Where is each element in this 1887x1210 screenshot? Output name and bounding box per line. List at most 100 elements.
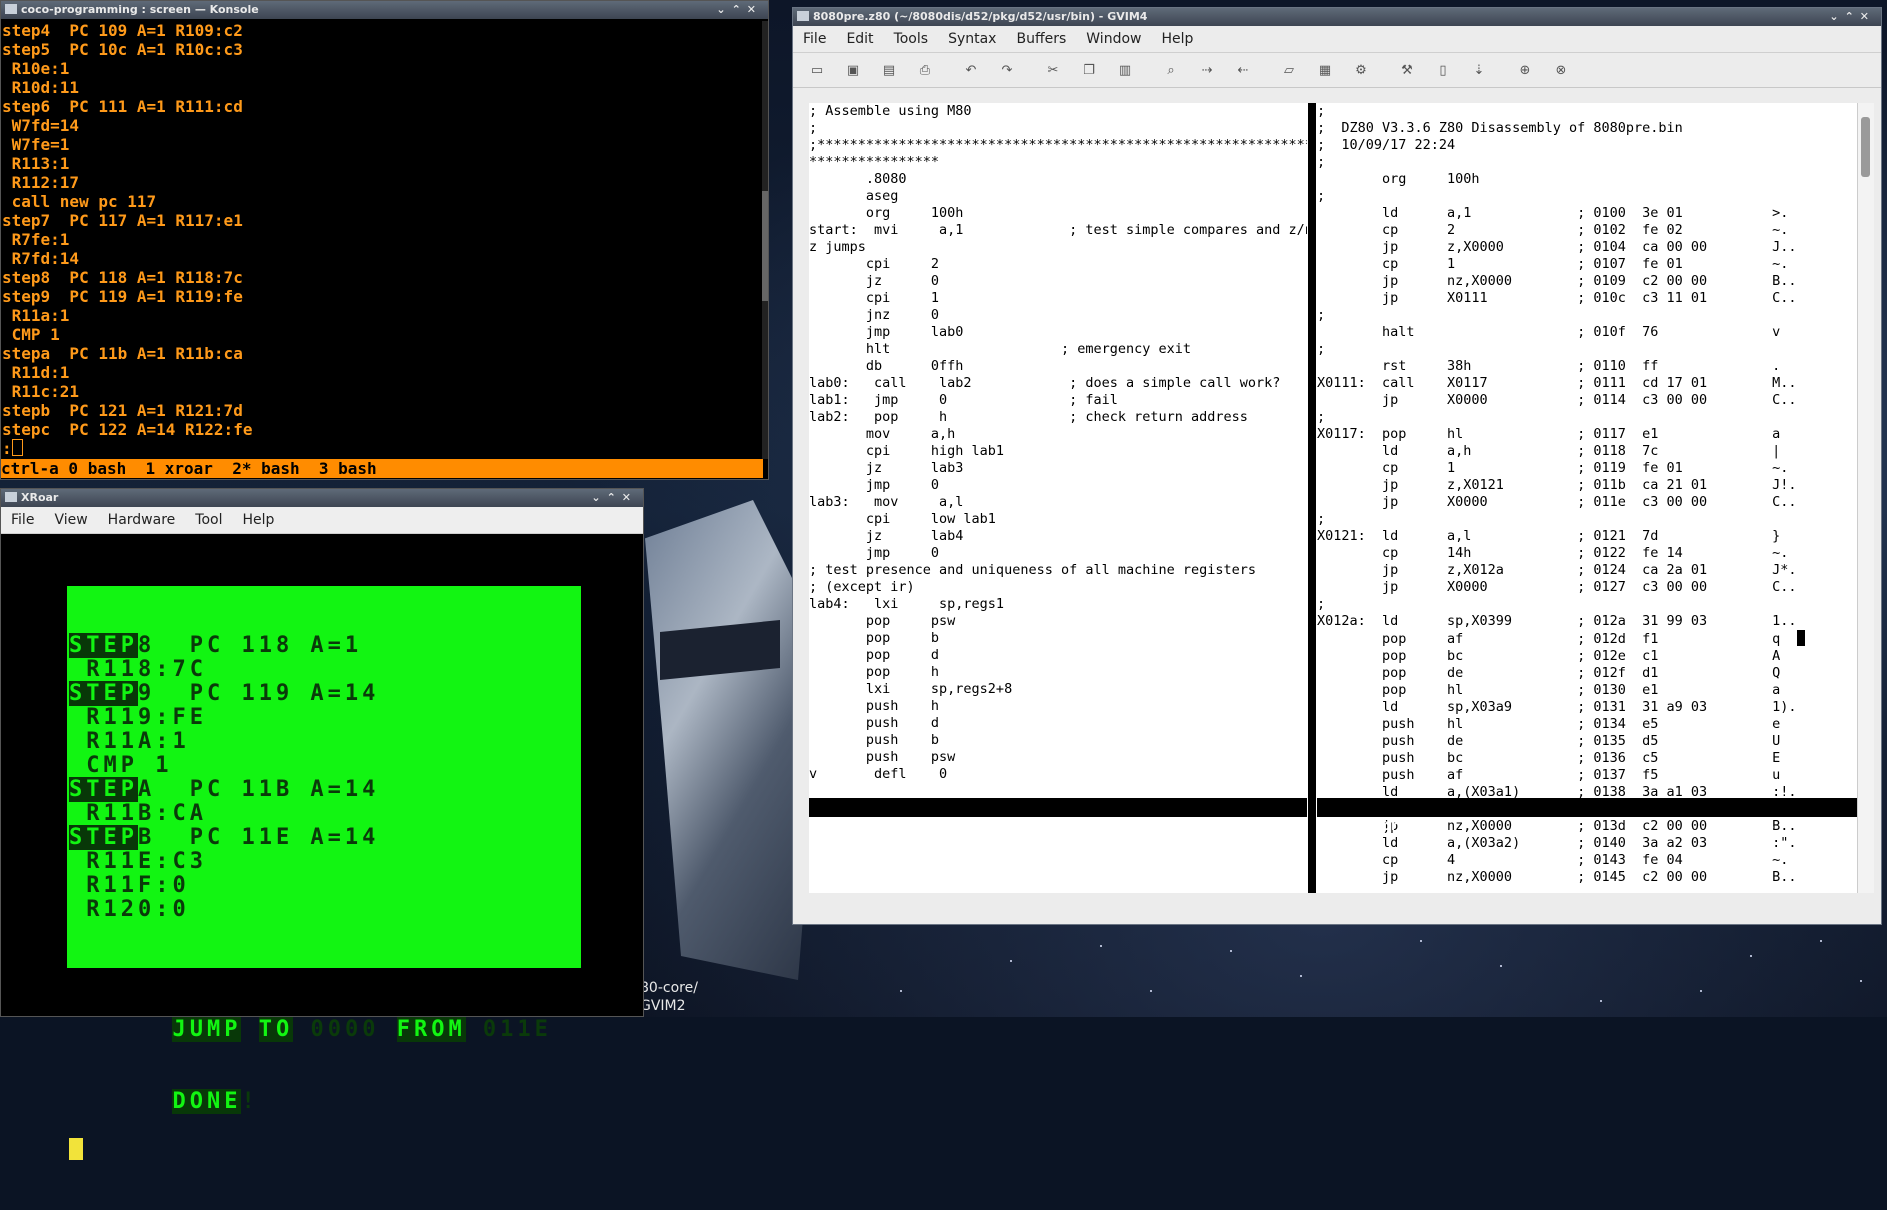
undo-icon[interactable]: ↶: [961, 60, 981, 80]
cut-icon[interactable]: ✂: [1043, 60, 1063, 80]
gvim-window[interactable]: 8080pre.z80 (~/8080dis/d52/pkg/d52/usr/b…: [792, 7, 1882, 925]
code-line: pop bc ; 012e c1 A: [1317, 648, 1781, 664]
menu-hardware[interactable]: Hardware: [98, 512, 186, 528]
terminal-line: step6 PC 111 A=1 R111:cd: [2, 97, 243, 116]
code-line: pop d: [809, 647, 940, 663]
code-line: jp z,X012a ; 0124 ca 2a 01 J*.: [1317, 562, 1797, 578]
text-cursor: [69, 1138, 83, 1160]
code-line: pop b: [809, 630, 940, 646]
star: [1230, 950, 1232, 952]
close-icon[interactable]: ✕: [622, 491, 637, 504]
find-prev-icon[interactable]: ⇠: [1233, 60, 1253, 80]
load-session-icon[interactable]: ▱: [1279, 60, 1299, 80]
right-buffer[interactable]: ; ; DZ80 V3.3.6 Z80 Disassembly of 8080pr…: [1317, 103, 1852, 891]
terminal-line: R7fe:1: [2, 230, 70, 249]
menu-edit[interactable]: Edit: [836, 31, 883, 47]
close-icon[interactable]: ✕: [1860, 10, 1875, 23]
konsole-scrollbar[interactable]: [762, 21, 768, 459]
code-line: ****************: [809, 154, 940, 170]
code-line: halt ; 010f 76 v: [1317, 324, 1781, 340]
code-line: ld a,1 ; 0100 3e 01 >.: [1317, 205, 1789, 221]
code-line: jmp lab0: [809, 324, 964, 340]
code-line: push af ; 0137 f5 u: [1317, 767, 1781, 783]
screen-line: STEP8 PC 118 A=1: [67, 633, 581, 658]
screen-text: R120:0: [69, 897, 190, 922]
maximize-icon[interactable]: ⌃: [607, 491, 622, 504]
konsole-titlebar[interactable]: coco-programming : screen — Konsole ⌄⌃✕: [1, 1, 768, 19]
menu-file[interactable]: File: [1, 512, 44, 528]
print-icon[interactable]: ⎙: [915, 60, 935, 80]
right-status-line: 8080pre.z80 32,8-24 Top: [1317, 798, 1857, 834]
save-all-icon[interactable]: ▤: [879, 60, 899, 80]
terminal-line: stepb PC 121 A=1 R121:7d: [2, 401, 243, 420]
emulator-screen[interactable]: STEP8 PC 118 A=1 R118:7C STEP9 PC 119 A=1…: [67, 586, 581, 1160]
menu-file[interactable]: File: [793, 31, 836, 47]
menu-tool[interactable]: Tool: [185, 512, 232, 528]
desktop-task-label[interactable]: GVIM2: [640, 998, 686, 1014]
konsole-window[interactable]: coco-programming : screen — Konsole ⌄⌃✕ …: [0, 0, 769, 480]
minimize-icon[interactable]: ⌄: [591, 491, 606, 504]
code-line: push b: [809, 732, 940, 748]
save-icon[interactable]: ▣: [843, 60, 863, 80]
redo-icon[interactable]: ↷: [997, 60, 1017, 80]
maximize-icon[interactable]: ⌃: [1845, 10, 1860, 23]
paste-icon[interactable]: ▥: [1115, 60, 1135, 80]
gvim-titlebar[interactable]: 8080pre.z80 (~/8080dis/d52/pkg/d52/usr/b…: [793, 8, 1881, 26]
menu-window[interactable]: Window: [1076, 31, 1151, 47]
maximize-icon[interactable]: ⌃: [732, 3, 747, 16]
find-next-icon[interactable]: ⇢: [1197, 60, 1217, 80]
inverse-text: STEP: [69, 681, 138, 706]
find-replace-icon[interactable]: ⌕: [1161, 60, 1181, 80]
terminal-line: R10e:1: [2, 59, 70, 78]
screen-text: R11E:C3: [69, 849, 207, 874]
terminal-icon: [5, 4, 17, 14]
help-icon[interactable]: ⊕: [1515, 60, 1535, 80]
minimize-icon[interactable]: ⌄: [1829, 10, 1844, 23]
star: [1010, 960, 1012, 962]
copy-icon[interactable]: ❐: [1079, 60, 1099, 80]
code-line: lab0: call lab2 ; does a simple call wor…: [809, 375, 1281, 391]
code-line: jp z,X0121 ; 011b ca 21 01 J!.: [1317, 477, 1797, 493]
shell-icon[interactable]: ▯: [1433, 60, 1453, 80]
code-line: hlt ; emergency exit: [809, 341, 1192, 357]
run-script-icon[interactable]: ⚙: [1351, 60, 1371, 80]
menu-buffers[interactable]: Buffers: [1006, 31, 1076, 47]
code-line: lab2: pop h ; check return address: [809, 409, 1248, 425]
terminal-output[interactable]: step4 PC 109 A=1 R109:c2 step5 PC 10c A=1…: [2, 21, 762, 461]
close-icon[interactable]: ✕: [747, 3, 762, 16]
terminal-line: call new pc 117: [2, 192, 157, 211]
save-session-icon[interactable]: ▦: [1315, 60, 1335, 80]
editor-area[interactable]: ; Assemble using M80; ;******************…: [809, 103, 1874, 893]
code-line: pop psw: [809, 613, 956, 629]
menu-tools[interactable]: Tools: [884, 31, 939, 47]
ctags-icon[interactable]: ⇣: [1469, 60, 1489, 80]
terminal-line: R113:1: [2, 154, 70, 173]
code-line: ;: [1317, 154, 1326, 170]
menu-help[interactable]: Help: [232, 512, 284, 528]
xroar-titlebar[interactable]: XRoar ⌄⌃✕: [1, 489, 643, 507]
minimize-icon[interactable]: ⌄: [716, 3, 731, 16]
code-line: ; DZ80 V3.3.6 Z80 Disassembly of 8080pre…: [1317, 120, 1683, 136]
menu-view[interactable]: View: [44, 512, 97, 528]
menu-help[interactable]: Help: [1151, 31, 1203, 47]
scrollbar-thumb[interactable]: [762, 191, 768, 301]
open-icon[interactable]: ▭: [807, 60, 827, 80]
left-buffer[interactable]: ; Assemble using M80; ;******************…: [809, 103, 1307, 891]
konsole-title: coco-programming : screen — Konsole: [21, 3, 259, 16]
code-line: db 0ffh: [809, 358, 964, 374]
gvim-scrollbar[interactable]: [1857, 103, 1874, 893]
make-icon[interactable]: ⚒: [1397, 60, 1417, 80]
code-line: cpi 1: [809, 290, 940, 306]
scrollbar-thumb[interactable]: [1861, 117, 1870, 177]
terminal-line: step8 PC 118 A=1 R118:7c: [2, 268, 243, 287]
terminal-line: R10d:11: [2, 78, 80, 97]
terminal-line: :: [2, 439, 762, 458]
vertical-split[interactable]: [1308, 103, 1316, 893]
code-line: org 100h: [1317, 171, 1480, 187]
code-line: cpi 2: [809, 256, 940, 272]
code-line: push de ; 0135 d5 U: [1317, 733, 1781, 749]
xroar-window[interactable]: XRoar ⌄⌃✕ File View Hardware Tool Help STEP8…: [0, 488, 644, 1160]
code-line: jmp 0: [809, 545, 940, 561]
find-help-icon[interactable]: ⊗: [1551, 60, 1571, 80]
menu-syntax[interactable]: Syntax: [938, 31, 1006, 47]
